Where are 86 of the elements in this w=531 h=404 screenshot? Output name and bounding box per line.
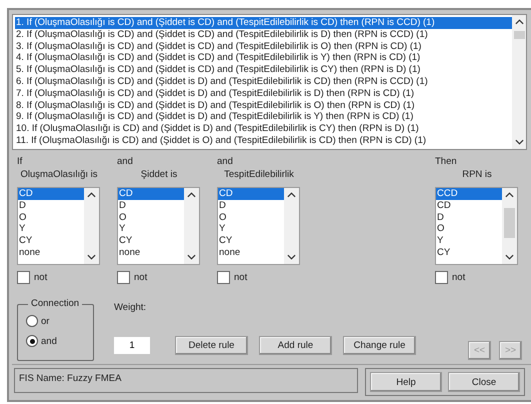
weight-field[interactable]: 1: [114, 337, 150, 354]
list-item[interactable]: none: [218, 246, 284, 259]
scroll-down-icon[interactable]: [505, 254, 514, 260]
scrollbar[interactable]: [502, 188, 517, 264]
variable-label: OluşmaOlasılığı is: [19, 168, 99, 182]
scrollbar[interactable]: [84, 188, 99, 264]
list-item[interactable]: none: [18, 246, 84, 259]
scrollbar[interactable]: [184, 188, 199, 264]
rule-item[interactable]: 1. If (OluşmaOlasılığı is CD) and (Şiddet is CD) and (TespitEdilebilirlik is CD) then (RPN is CCD) (1): [15, 17, 512, 29]
scroll-down-icon[interactable]: [287, 254, 296, 260]
checkbox-label: not: [452, 272, 466, 282]
checkbox-label: not: [134, 272, 148, 282]
rule-item[interactable]: 11. If (OluşmaOlasılığı is CD) and (Şiddet is O) and (TespitEdilebilirlik is CD) then (RPN is CD) (1): [15, 134, 512, 147]
scroll-down-icon[interactable]: [187, 254, 196, 260]
list-item[interactable]: D: [436, 212, 502, 224]
list-item[interactable]: D: [18, 200, 84, 212]
list-item[interactable]: Y: [218, 223, 284, 236]
scroll-up-icon[interactable]: [187, 192, 196, 198]
listbox[interactable]: CD D O Y CY none: [217, 187, 300, 265]
scroll-up-icon[interactable]: [287, 192, 296, 198]
footer-button[interactable]: Close: [448, 372, 520, 392]
connector-label: If: [17, 156, 24, 168]
list-item[interactable]: CY: [118, 235, 184, 247]
not-checkbox[interactable]: [217, 270, 230, 284]
list-item[interactable]: Y: [118, 223, 184, 236]
not-checkbox[interactable]: [17, 270, 30, 284]
radio-label: or: [41, 316, 50, 326]
list-item[interactable]: Y: [18, 223, 84, 236]
list-item[interactable]: CD: [18, 188, 84, 200]
scrollbar-thumb[interactable]: [514, 31, 524, 39]
list-item[interactable]: CCD: [436, 188, 502, 200]
rule-button[interactable]: Delete rule: [175, 336, 248, 355]
list-item[interactable]: O: [218, 212, 284, 224]
not-checkbox[interactable]: [117, 270, 130, 284]
rule-button[interactable]: Add rule: [259, 336, 332, 355]
rule-button[interactable]: Change rule: [343, 336, 416, 355]
rule-list[interactable]: [12, 14, 527, 150]
rule-item[interactable]: 9. If (OluşmaOlasılığı is CD) and (Şiddet is D) and (TespitEdilebilirlik is Y) then (RPN is CD) (1): [15, 111, 512, 124]
rule-item[interactable]: 5. If (OluşmaOlasılığı is CD) and (Şiddet is CD) and (TespitEdilebilirlik is CY) then (RPN is D) (1): [15, 64, 512, 76]
scrollbar[interactable]: [284, 188, 299, 264]
connector-label: Then: [435, 156, 458, 168]
checkbox-label: not: [234, 272, 248, 282]
list-item[interactable]: CY: [18, 235, 84, 247]
scroll-up-icon[interactable]: [87, 192, 96, 198]
rule-item[interactable]: 6. If (OluşmaOlasılığı is CD) and (Şiddet is D) and (TespitEdilebilirlik is CD) then (RPN is CCD) (1): [15, 76, 512, 88]
connector-label: and: [117, 156, 134, 168]
listbox[interactable]: CD D O Y CY none: [17, 187, 100, 265]
list-item[interactable]: CD: [218, 188, 284, 200]
scroll-down-icon[interactable]: [514, 139, 524, 145]
list-item[interactable]: O: [118, 212, 184, 224]
list-item[interactable]: CD: [118, 188, 184, 200]
fis-name-text: FIS Name: Fuzzy FMEA: [14, 368, 358, 393]
rule-item[interactable]: 10. If (OluşmaOlasılığı is CD) and (Şiddet is D) and (TespitEdilebilirlik is CY) then (RPN is D) (1): [15, 123, 512, 135]
radio-button[interactable]: [26, 315, 38, 327]
variable-label: RPN is: [461, 168, 493, 182]
list-item[interactable]: CY: [436, 246, 502, 259]
rule-item[interactable]: 7. If (OluşmaOlasılığı is CD) and (Şiddet is D) and (TespitEdilebilirlik is D) then (RPN is CD) (1): [15, 88, 512, 100]
scroll-up-icon[interactable]: [514, 19, 524, 25]
list-item[interactable]: O: [436, 223, 502, 236]
listbox[interactable]: CCD CD D O Y CY: [435, 187, 518, 265]
list-item[interactable]: CY: [218, 235, 284, 247]
rule-item[interactable]: 3. If (OluşmaOlasılığı is CD) and (Şiddet is CD) and (TespitEdilebilirlik is O) then (RPN is CD) (1): [15, 40, 512, 52]
connector-label: and: [217, 156, 234, 168]
group-title: Connection: [28, 298, 82, 309]
checkbox-label: not: [34, 272, 48, 282]
radio-label: and: [41, 336, 57, 346]
list-item[interactable]: D: [218, 200, 284, 212]
rule-item[interactable]: 2. If (OluşmaOlasılığı is CD) and (Şiddet is CD) and (TespitEdilebilirlik is D) then (RPN is CCD) (1): [15, 28, 512, 41]
list-item[interactable]: Y: [436, 235, 502, 247]
scroll-down-icon[interactable]: [87, 254, 96, 260]
footer-button[interactable]: Help: [370, 372, 442, 392]
not-checkbox[interactable]: [435, 270, 448, 284]
variable-label: TespitEdilebilirlik: [223, 168, 295, 182]
weight-label: Weight:: [114, 302, 148, 313]
list-item[interactable]: none: [118, 246, 184, 259]
list-item[interactable]: D: [118, 200, 184, 212]
scrollbar[interactable]: [512, 15, 526, 149]
rule-item[interactable]: 4. If (OluşmaOlasılığı is CD) and (Şiddet is CD) and (TespitEdilebilirlik is Y) then (RPN is CD) (1): [15, 52, 512, 64]
scroll-up-icon[interactable]: [505, 192, 514, 198]
scrollbar-thumb[interactable]: [504, 208, 515, 238]
list-item[interactable]: CD: [436, 200, 502, 212]
radio-button[interactable]: [26, 335, 38, 347]
listbox[interactable]: CD D O Y CY none: [117, 187, 200, 265]
variable-label: Şiddet is: [140, 168, 178, 182]
list-item[interactable]: O: [18, 212, 84, 224]
rule-item[interactable]: 8. If (OluşmaOlasılığı is CD) and (Şiddet is D) and (TespitEdilebilirlik is O) then (RPN is CD) (1): [15, 100, 512, 112]
